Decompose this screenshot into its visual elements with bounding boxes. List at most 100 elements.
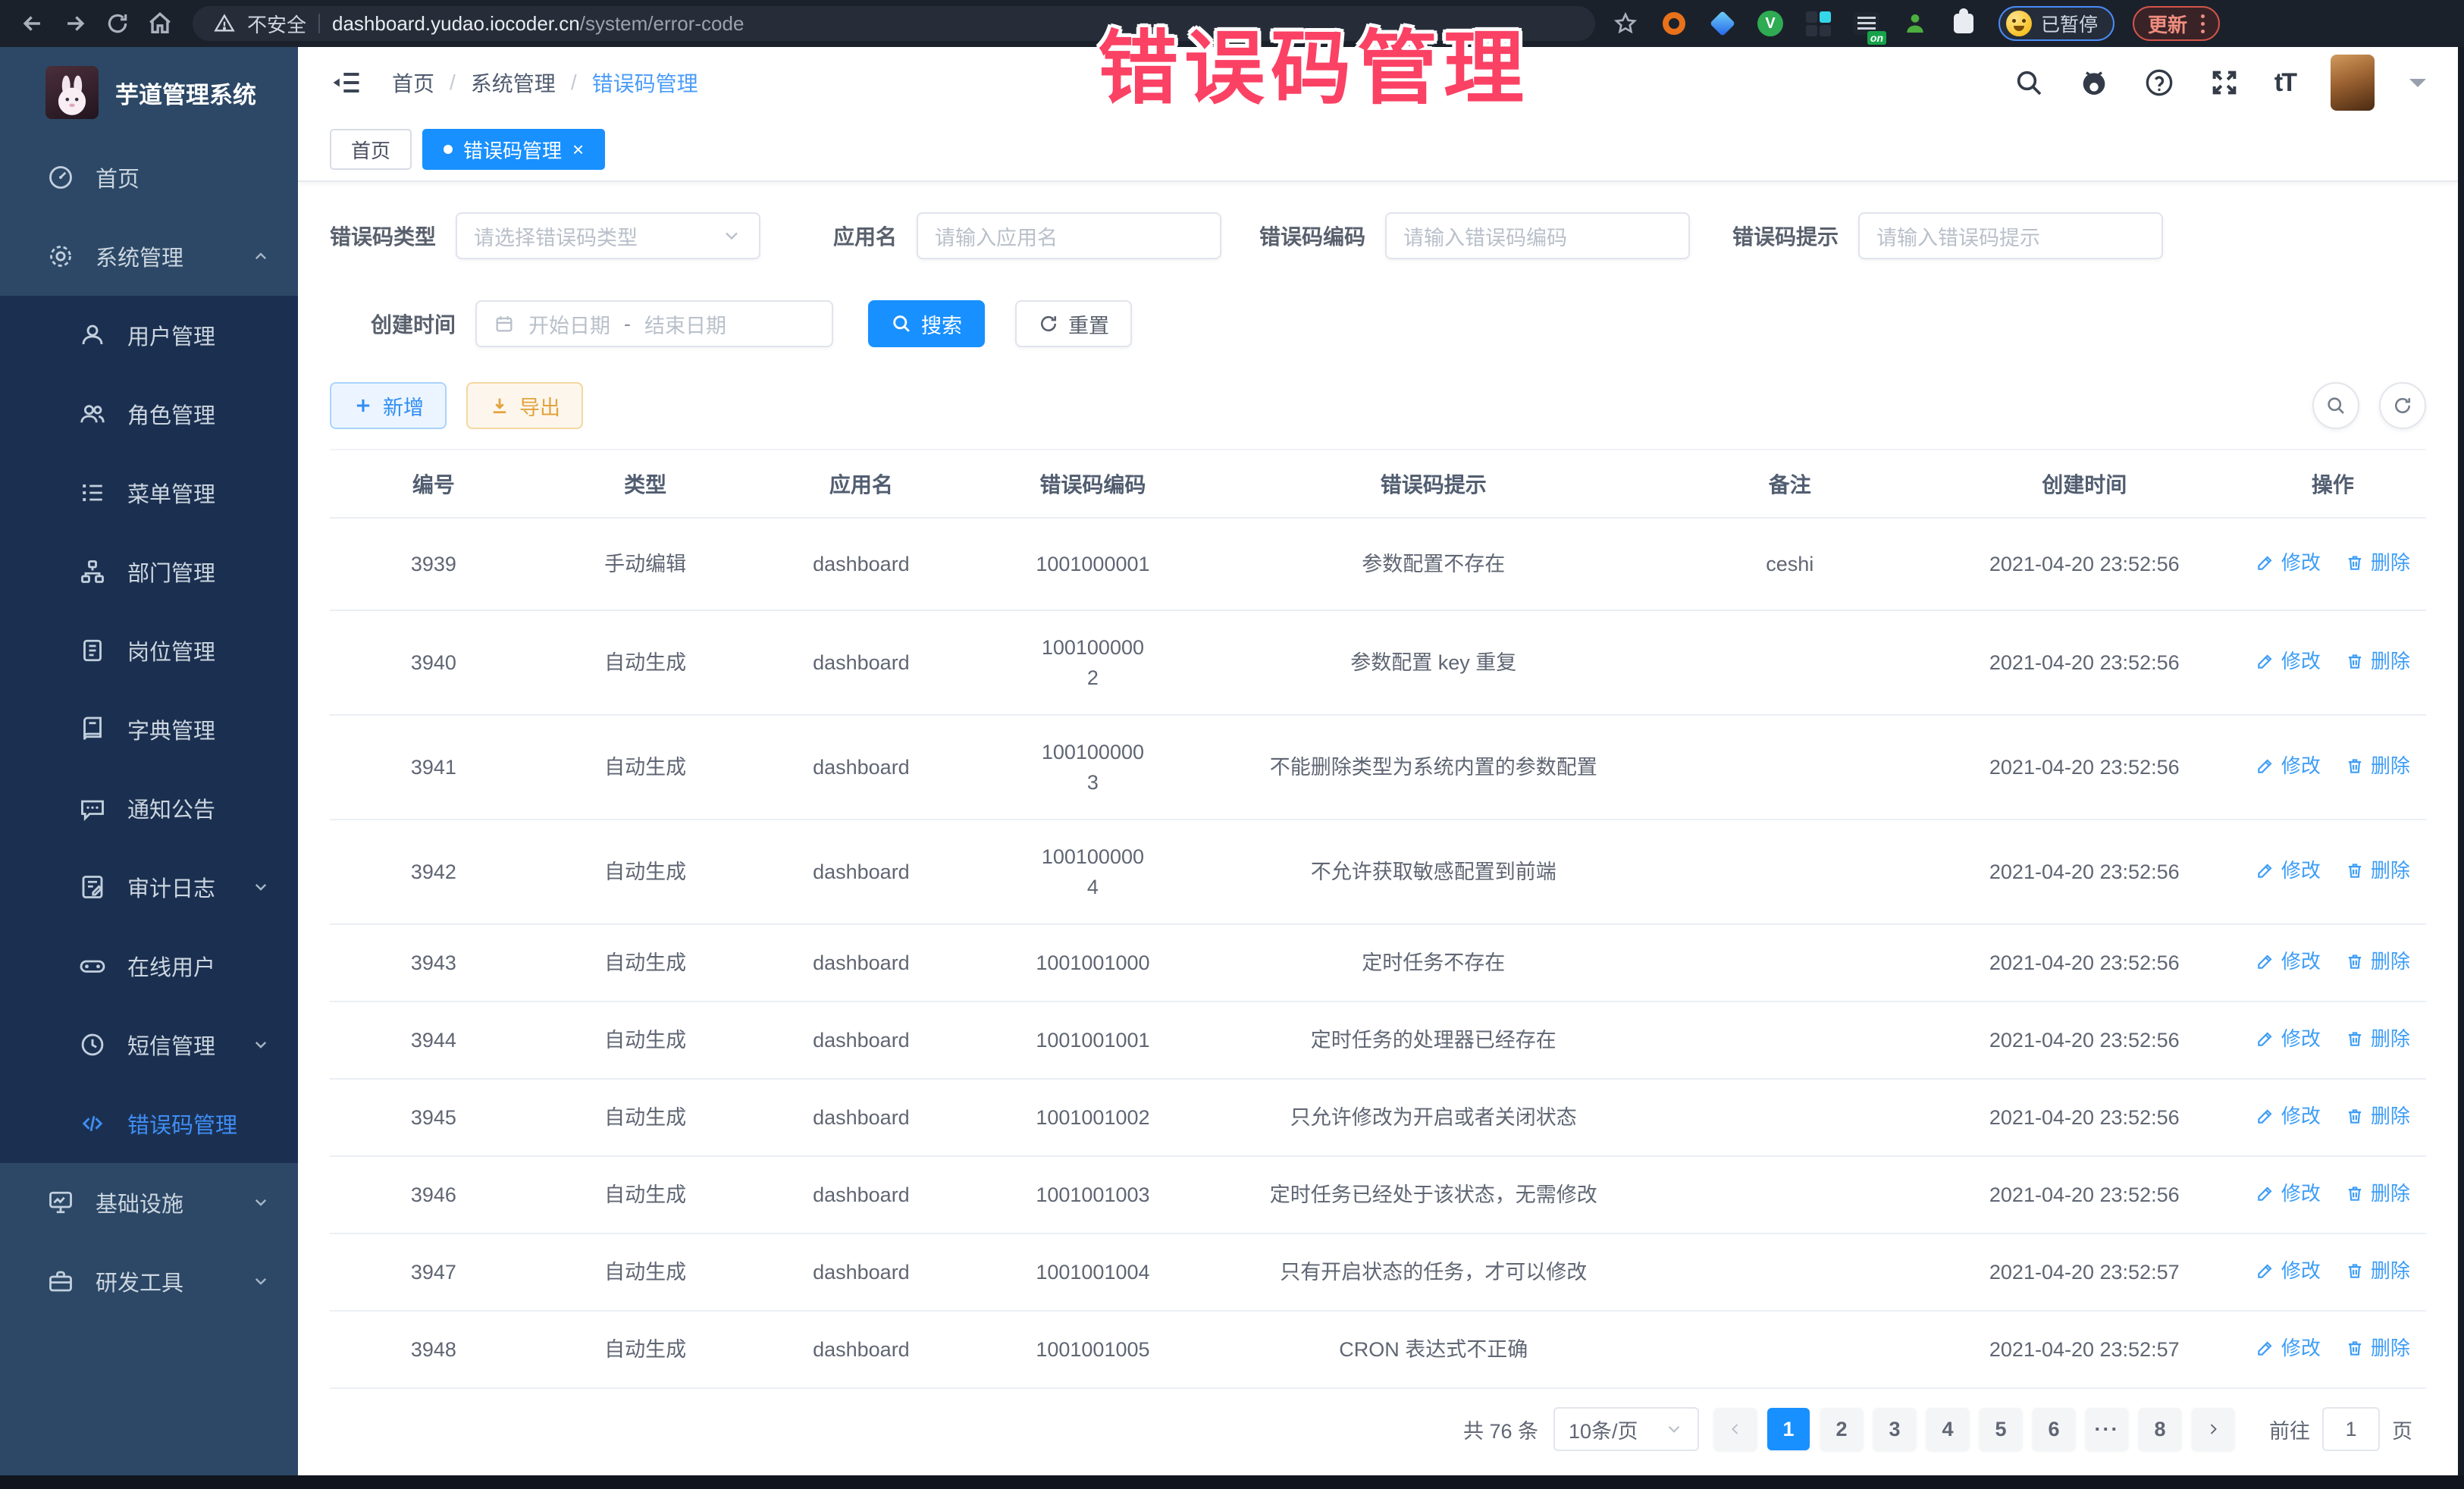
page-button-8[interactable]: 8 — [2139, 1408, 2181, 1450]
refresh-table-button[interactable] — [2379, 382, 2426, 429]
edit-link[interactable]: 修改 — [2256, 855, 2321, 886]
edit-link[interactable]: 修改 — [2256, 751, 2321, 781]
table-row: 3945自动生成dashboard1001001002只允许修改为开启或者关闭状… — [330, 1079, 2426, 1156]
toggle-search-button[interactable] — [2312, 382, 2359, 429]
browser-forward-icon[interactable] — [58, 6, 92, 41]
tab-error-code[interactable]: 错误码管理 × — [422, 129, 605, 170]
avatar-dropdown-caret-icon[interactable] — [2409, 79, 2426, 96]
sidebar-item-0[interactable]: 首页 — [0, 138, 298, 217]
sidebar-item-3[interactable]: 角色管理 — [0, 375, 298, 453]
date-range-picker[interactable]: 开始日期 - 结束日期 — [475, 300, 833, 347]
delete-link[interactable]: 删除 — [2345, 855, 2410, 886]
table-row: 3943自动生成dashboard1001001000定时任务不存在2021-0… — [330, 924, 2426, 1002]
collapse-menu-icon[interactable] — [330, 66, 363, 99]
add-button[interactable]: 新增 — [330, 382, 447, 429]
edit-link[interactable]: 修改 — [2256, 547, 2321, 578]
edit-link[interactable]: 修改 — [2256, 1023, 2321, 1054]
app-name-input[interactable]: 请输入应用名 — [917, 212, 1221, 259]
bookmark-star-icon[interactable] — [1613, 11, 1638, 36]
breadcrumb-home[interactable]: 首页 — [392, 67, 434, 98]
delete-link[interactable]: 删除 — [2345, 751, 2410, 781]
breadcrumb-system[interactable]: 系统管理 — [471, 67, 556, 98]
tab-close-icon[interactable]: × — [572, 139, 584, 159]
cell-app: dashboard — [754, 924, 970, 1002]
delete-link[interactable]: 删除 — [2345, 547, 2410, 578]
delete-link[interactable]: 删除 — [2345, 1023, 2410, 1054]
sidebar-item-11[interactable]: 短信管理 — [0, 1005, 298, 1084]
breadcrumb: 首页 / 系统管理 / 错误码管理 — [392, 67, 698, 98]
sidebar-item-14[interactable]: 研发工具 — [0, 1242, 298, 1321]
reset-button[interactable]: 重置 — [1015, 300, 1132, 347]
extension-puzzle-icon[interactable] — [1950, 10, 1977, 37]
browser-profile-chip[interactable]: 已暂停 — [1998, 6, 2114, 41]
error-hint-input[interactable]: 请输入错误码提示 — [1858, 212, 2163, 259]
edit-link[interactable]: 修改 — [2256, 646, 2321, 676]
search-icon[interactable] — [2014, 67, 2044, 98]
fullscreen-icon[interactable] — [2209, 67, 2240, 98]
sidebar-item-7[interactable]: 字典管理 — [0, 690, 298, 769]
error-type-select[interactable]: 请选择错误码类型 — [456, 212, 760, 259]
sidebar-item-4[interactable]: 菜单管理 — [0, 453, 298, 532]
edit-link[interactable]: 修改 — [2256, 1178, 2321, 1208]
prev-page-button[interactable] — [1714, 1408, 1757, 1450]
help-icon[interactable] — [2144, 67, 2174, 98]
next-page-button[interactable] — [2192, 1408, 2234, 1450]
active-tab-dot-icon — [444, 145, 453, 154]
delete-link[interactable]: 删除 — [2345, 1333, 2410, 1363]
browser-home-icon[interactable] — [143, 6, 177, 41]
export-button[interactable]: 导出 — [466, 382, 583, 429]
edit-link[interactable]: 修改 — [2256, 1255, 2321, 1286]
browser-reload-icon[interactable] — [100, 6, 135, 41]
edit-link[interactable]: 修改 — [2256, 1101, 2321, 1131]
edit-link[interactable]: 修改 — [2256, 1333, 2321, 1363]
extension-person-icon[interactable] — [1901, 10, 1929, 37]
table-row: 3942自动生成dashboard1001000004不允许获取敏感配置到前端2… — [330, 820, 2426, 924]
cell-remark — [1651, 924, 1930, 1002]
sidebar-logo-row[interactable]: 芋道管理系统 — [0, 47, 298, 138]
edit-link[interactable]: 修改 — [2256, 946, 2321, 976]
sidebar-item-12[interactable]: 错误码管理 — [0, 1084, 298, 1163]
error-code-input[interactable]: 请输入错误码编码 — [1385, 212, 1690, 259]
sidebar-item-8[interactable]: 通知公告 — [0, 769, 298, 848]
sidebar-item-5[interactable]: 部门管理 — [0, 532, 298, 611]
delete-link[interactable]: 删除 — [2345, 1101, 2410, 1131]
browser-back-icon[interactable] — [15, 6, 50, 41]
browser-menu-kebab-icon[interactable] — [2201, 14, 2205, 33]
page-button-2[interactable]: 2 — [1820, 1408, 1863, 1450]
sidebar-item-6[interactable]: 岗位管理 — [0, 611, 298, 690]
extension-list-on-icon[interactable]: on — [1853, 10, 1880, 37]
extension-orange-ring-icon[interactable] — [1660, 10, 1688, 37]
delete-link[interactable]: 删除 — [2345, 646, 2410, 676]
sidebar-item-9[interactable]: 审计日志 — [0, 848, 298, 926]
sidebar-item-13[interactable]: 基础设施 — [0, 1163, 298, 1242]
url-text[interactable]: dashboard.yudao.iocoder.cn/system/error-… — [332, 12, 744, 36]
more-pages-button[interactable]: ··· — [2086, 1408, 2128, 1450]
tab-home[interactable]: 首页 — [330, 129, 412, 170]
delete-link[interactable]: 删除 — [2345, 1178, 2410, 1208]
table-toolbar: 新增 导出 — [330, 382, 2426, 429]
delete-link[interactable]: 删除 — [2345, 946, 2410, 976]
page-button-6[interactable]: 6 — [2033, 1408, 2075, 1450]
address-bar[interactable]: 不安全 dashboard.yudao.iocoder.cn/system/er… — [193, 6, 1595, 41]
search-button[interactable]: 搜索 — [868, 300, 985, 347]
goto-page-input[interactable]: 1 — [2322, 1407, 2380, 1451]
page-size-select[interactable]: 10条/页 — [1553, 1407, 1699, 1451]
security-label[interactable]: 不安全 — [247, 10, 306, 38]
cell-id: 3943 — [330, 924, 538, 1002]
page-button-3[interactable]: 3 — [1873, 1408, 1916, 1450]
page-button-1[interactable]: 1 — [1767, 1408, 1810, 1450]
sidebar-item-2[interactable]: 用户管理 — [0, 296, 298, 375]
sidebar-item-10[interactable]: 在线用户 — [0, 926, 298, 1005]
page-button-5[interactable]: 5 — [1980, 1408, 2022, 1450]
browser-scrollbar[interactable] — [2458, 47, 2464, 1489]
extension-blue-gem-icon[interactable] — [1709, 10, 1736, 37]
page-button-4[interactable]: 4 — [1926, 1408, 1969, 1450]
extension-grid-icon[interactable] — [1804, 10, 1832, 37]
font-size-icon[interactable]: tT — [2274, 68, 2296, 98]
sidebar-item-1[interactable]: 系统管理 — [0, 217, 298, 296]
extension-green-v-icon[interactable]: V — [1757, 11, 1783, 36]
delete-link[interactable]: 删除 — [2345, 1255, 2410, 1286]
browser-update-button[interactable]: 更新 — [2133, 6, 2220, 41]
user-avatar[interactable] — [2331, 55, 2375, 111]
github-icon[interactable] — [2079, 67, 2109, 98]
